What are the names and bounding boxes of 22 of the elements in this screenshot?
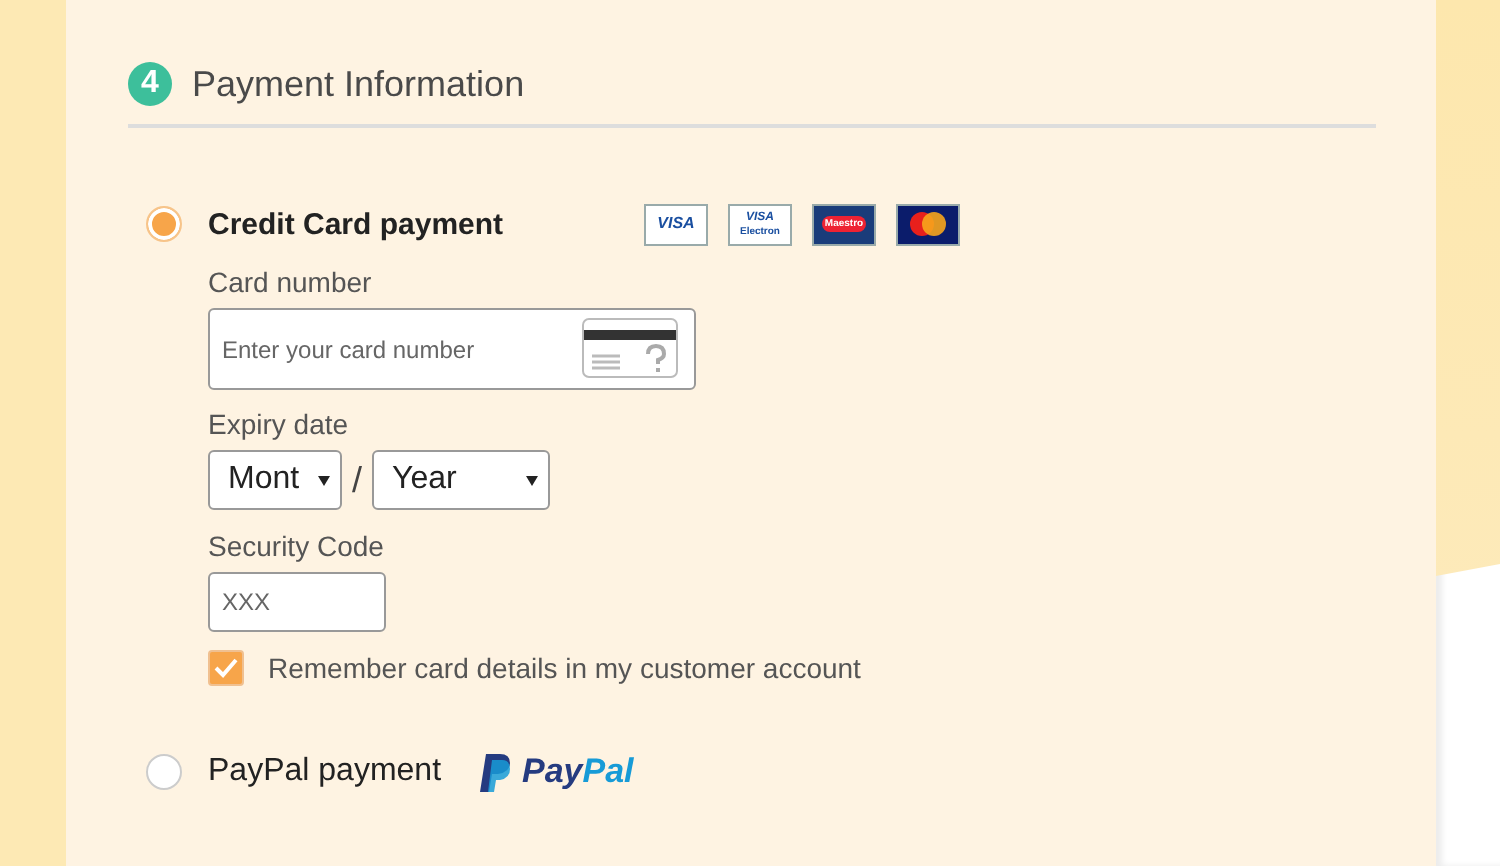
visa-logo: VISA (644, 203, 708, 245)
field-label: Expiry date (208, 408, 349, 440)
month-select[interactable]: Mont (208, 450, 342, 510)
step-badge: 4 (128, 62, 172, 106)
separator: / (352, 459, 363, 501)
field-label: Security Code (208, 530, 384, 562)
radio-button[interactable] (146, 206, 182, 242)
security-code-field[interactable]: XXX (208, 572, 386, 632)
section-title: Payment Information (192, 63, 525, 105)
mastercard-logo (896, 203, 960, 245)
card-icon (582, 318, 678, 378)
paypal-logo: PayPal (522, 752, 634, 792)
caret-icon (318, 475, 330, 485)
checkbox[interactable] (208, 650, 244, 686)
radio-button[interactable] (146, 754, 182, 790)
caret-icon (526, 475, 539, 485)
field-label: Card number (208, 266, 372, 298)
year-select[interactable]: Year (372, 450, 551, 510)
option-label: PayPal payment (208, 754, 444, 790)
paypal-p-icon (480, 753, 512, 791)
option-label: Credit Card payment (208, 207, 506, 241)
checkbox-label: Remember card details in my customer account (268, 652, 861, 684)
